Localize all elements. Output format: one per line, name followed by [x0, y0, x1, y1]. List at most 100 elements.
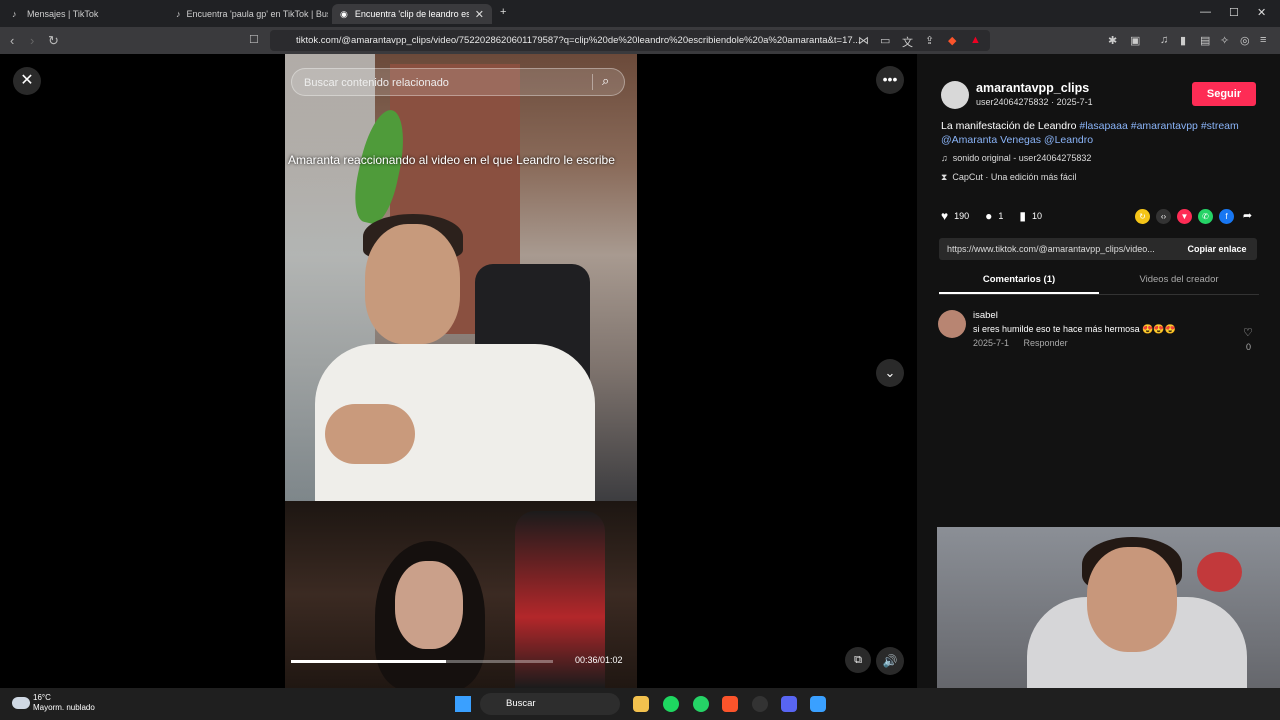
leo-icon[interactable]: ✧ — [1220, 34, 1229, 47]
bookmark-icon[interactable]: ☐ — [249, 33, 259, 46]
like-button[interactable]: ♥ 190 — [941, 209, 969, 223]
video-progress-bar[interactable] — [291, 660, 553, 663]
translate-icon[interactable]: 文 — [902, 34, 913, 50]
sound-link[interactable]: ♫ sonido original - user24064275832 — [941, 153, 1091, 163]
mention-link[interactable]: @Amaranta Venegas — [941, 134, 1041, 146]
comment-like-count: 0 — [1246, 342, 1252, 352]
next-video-button[interactable]: ⌄ — [876, 359, 904, 387]
commenter-avatar[interactable] — [938, 310, 966, 338]
sidebar-icon[interactable]: ▮ — [1180, 34, 1186, 47]
streamer-face — [395, 561, 463, 649]
close-window-button[interactable]: ✕ — [1257, 6, 1266, 19]
comment-text: si eres humilde eso te hace más hermosa … — [973, 324, 1176, 334]
screenshot-icon[interactable]: ▣ — [1130, 34, 1140, 47]
capcut-link[interactable]: ⧗ CapCut · Una edición más fácil — [941, 172, 1076, 183]
comment-count: 1 — [998, 211, 1004, 221]
close-tab-icon[interactable]: ✕ — [469, 8, 484, 21]
hashtag-link[interactable]: #stream — [1201, 120, 1239, 132]
windows-taskbar: 16°C Mayorm. nublado ⌕ Buscar — [0, 688, 1280, 720]
like-count: 190 — [954, 211, 970, 221]
video-time: 00:36/01:02 — [575, 655, 623, 665]
repost-icon[interactable]: ↻ — [1135, 209, 1150, 224]
comment-like-icon[interactable]: ♡ — [1243, 326, 1253, 339]
more-options-button[interactable]: ••• — [876, 66, 904, 94]
person-face — [365, 224, 460, 344]
back-icon[interactable]: ‹ — [10, 33, 14, 48]
brave-rewards-icon[interactable]: ▲ — [970, 34, 981, 46]
extension-icon[interactable]: ⋈ — [858, 34, 869, 47]
tab-creator-videos[interactable]: Videos del creador — [1099, 274, 1259, 285]
engagement-stats: ♥ 190 ● 1 ▮ 10 — [941, 209, 1058, 223]
whatsapp-app-icon[interactable] — [693, 696, 709, 712]
reply-button[interactable]: Responder — [1024, 338, 1068, 348]
more-share-icon[interactable]: ➦ — [1240, 209, 1255, 224]
music-icon[interactable]: ♫ — [1160, 34, 1168, 46]
spotify-icon[interactable] — [663, 696, 679, 712]
new-tab-button[interactable]: + — [500, 6, 506, 18]
webcam-background-object — [1197, 552, 1242, 592]
video-player[interactable]: ⌕ Amaranta reaccionando al video en el q… — [285, 54, 637, 688]
creator-username[interactable]: amarantavpp_clips — [976, 81, 1089, 95]
weather-desc: Mayorm. nublado — [33, 703, 95, 712]
browser-tab-search-leandro[interactable]: ◉ Encuentra 'clip de leandro es ✕ — [332, 4, 492, 24]
volume-button[interactable]: 🔊 — [876, 647, 904, 675]
embed-icon[interactable]: ‹› — [1156, 209, 1171, 224]
picture-in-picture-button[interactable]: ⧉ — [845, 647, 871, 673]
audio-icon: ◉ — [340, 8, 348, 19]
file-explorer-icon[interactable] — [633, 696, 649, 712]
follow-button[interactable]: Seguir — [1192, 82, 1256, 106]
minimize-button[interactable]: — — [1200, 6, 1211, 18]
hashtag-link[interactable]: #lasapaaa — [1079, 120, 1127, 132]
hashtag-link[interactable]: #amarantavpp — [1131, 120, 1198, 132]
taskbar-search[interactable]: Buscar — [480, 693, 620, 715]
start-button[interactable] — [455, 696, 471, 712]
capcut-text: CapCut · Una edición más fácil — [952, 172, 1077, 182]
weather-temp: 16°C — [33, 693, 51, 702]
heart-icon: ♥ — [941, 209, 949, 223]
notepad-icon[interactable] — [810, 696, 826, 712]
menu-icon[interactable]: ≡ — [1260, 34, 1266, 46]
wallet-icon[interactable]: ▤ — [1200, 34, 1210, 47]
obs-icon[interactable] — [752, 696, 768, 712]
facebook-icon[interactable]: f — [1219, 209, 1234, 224]
tab-label: Encuentra 'clip de leandro es — [354, 9, 469, 19]
creator-meta: user24064275832 · 2025-7-1 — [976, 97, 1093, 107]
vpn-icon[interactable]: ◎ — [1240, 34, 1250, 47]
webcam-person-face — [1087, 547, 1177, 652]
weather-widget[interactable]: 16°C Mayorm. nublado — [33, 693, 113, 713]
share-icon[interactable]: ⇪ — [925, 34, 934, 47]
tab-comments[interactable]: Comentarios (1) — [939, 274, 1099, 285]
tiktok-icon: ♪ — [12, 8, 17, 19]
copy-link-button[interactable]: Copiar enlace — [1177, 238, 1257, 260]
search-icon[interactable]: ⌕ — [602, 73, 609, 89]
video-top-frame — [285, 54, 637, 504]
puzzle-icon[interactable]: ✱ — [1108, 34, 1117, 47]
person-hand — [325, 404, 415, 464]
save-button[interactable]: ▮ 10 — [1019, 209, 1042, 223]
discord-icon[interactable] — [781, 696, 797, 712]
comment-icon: ● — [985, 209, 993, 223]
tab-label: Encuentra 'paula gp' en TikTok | Bus — [186, 9, 329, 19]
video-link-field[interactable]: https://www.tiktok.com/@amarantavpp_clip… — [939, 238, 1177, 260]
comment-button[interactable]: ● 1 — [985, 209, 1003, 223]
forward-icon[interactable]: › — [30, 33, 34, 48]
capcut-icon: ⧗ — [941, 172, 948, 182]
related-search-input[interactable] — [302, 69, 586, 97]
cast-icon[interactable]: ▭ — [880, 34, 890, 47]
commenter-username[interactable]: isabel — [973, 310, 998, 321]
whatsapp-icon[interactable]: ✆ — [1198, 209, 1213, 224]
send-icon[interactable]: ▼ — [1177, 209, 1192, 224]
creator-avatar[interactable] — [941, 81, 969, 109]
maximize-button[interactable]: ☐ — [1229, 6, 1239, 19]
reload-icon[interactable]: ↻ — [48, 33, 59, 49]
close-video-button[interactable]: ✕ — [13, 67, 41, 95]
browser-tab-messages[interactable]: ♪ Mensajes | TikTok — [4, 4, 164, 24]
mention-link[interactable]: @Leandro — [1044, 134, 1093, 146]
brave-browser-icon[interactable] — [722, 696, 738, 712]
address-bar-row: ‹ › ↻ ☐ tiktok.com/@amarantavpp_clips/vi… — [0, 27, 1280, 54]
share-options: ↻ ‹› ▼ ✆ f ➦ — [1135, 209, 1261, 224]
tiktok-icon: ♪ — [176, 8, 181, 19]
bookmark-icon: ▮ — [1019, 209, 1027, 223]
brave-shield-icon[interactable]: ◆ — [948, 34, 956, 47]
browser-tab-search-paula[interactable]: ♪ Encuentra 'paula gp' en TikTok | Bus — [168, 4, 328, 24]
